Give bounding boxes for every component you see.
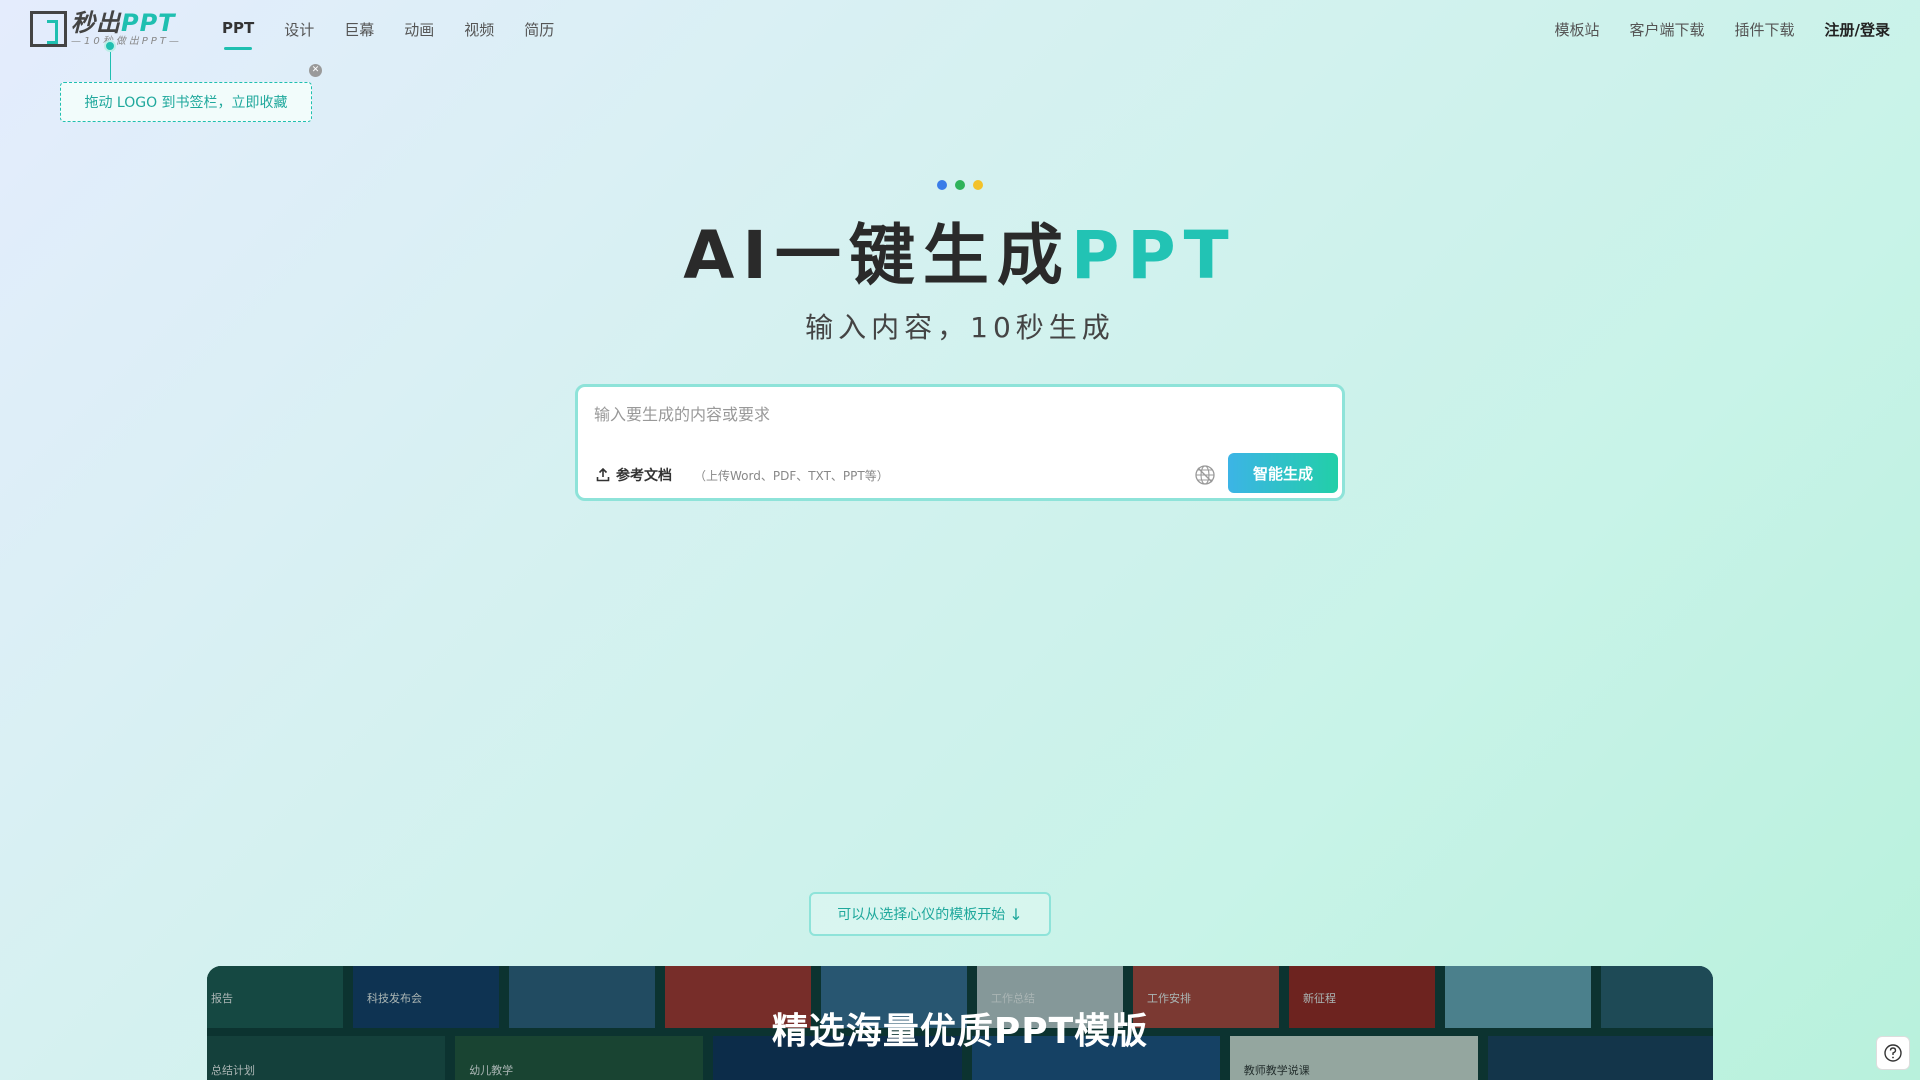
upload-hint: （上传Word、PDF、TXT、PPT等）	[694, 469, 889, 483]
generate-button[interactable]: 智能生成	[1228, 453, 1338, 493]
template-start-button[interactable]: 可以从选择心仪的模板开始 ↓	[809, 892, 1051, 936]
banner-title: 精选海量优质PPT模版	[771, 1011, 1149, 1052]
dot-yellow	[973, 180, 983, 190]
help-button[interactable]	[1876, 1036, 1910, 1070]
right-nav: 模板站 客户端下载 插件下载 注册/登录	[1524, 19, 1890, 40]
nav-item-ppt[interactable]: PPT	[222, 19, 254, 50]
plugin-download-link[interactable]: 插件下载	[1735, 19, 1795, 40]
main-nav: PPT 设计 巨幕 动画 视频 简历	[222, 19, 584, 50]
close-icon[interactable]: ✕	[309, 64, 322, 77]
logo-drag-handle[interactable]	[104, 40, 116, 52]
upload-label: 参考文档	[616, 468, 672, 484]
logo-subtitle: —10秒做出PPT—	[71, 36, 182, 47]
dot-green	[955, 180, 965, 190]
upload-icon	[596, 468, 610, 482]
question-circle-icon	[1884, 1044, 1902, 1062]
prompt-box: 参考文档 （上传Word、PDF、TXT、PPT等） 智能生成	[575, 384, 1345, 501]
nav-item-screen[interactable]: 巨幕	[344, 19, 374, 40]
logo-title: 秒出PPT	[71, 9, 176, 37]
template-banner[interactable]: 报告 科技发布会 工作总结 工作安排 新征程 总结计划 幼儿教学 教师教学说课 精选海量优质P…	[207, 966, 1713, 1080]
logo-mark-icon	[30, 11, 67, 47]
globe-icon[interactable]	[1194, 464, 1216, 486]
login-button[interactable]: 注册/登录	[1825, 19, 1890, 40]
decorative-dots	[937, 180, 983, 190]
bookmark-tooltip-text: 拖动 LOGO 到书签栏，立即收藏	[84, 95, 288, 111]
bookmark-tooltip: 拖动 LOGO 到书签栏，立即收藏	[60, 82, 312, 122]
upload-reference-button[interactable]: 参考文档	[596, 465, 672, 485]
hero-title: AI一键生成PPT	[683, 217, 1237, 294]
hero-subtitle: 输入内容，10秒生成	[805, 311, 1115, 344]
templates-link[interactable]: 模板站	[1554, 19, 1599, 40]
arrow-down-icon: ↓	[1009, 904, 1023, 924]
client-download-link[interactable]: 客户端下载	[1629, 19, 1704, 40]
tooltip-connector	[110, 52, 111, 80]
nav-item-resume[interactable]: 简历	[524, 19, 554, 40]
template-start-label: 可以从选择心仪的模板开始	[837, 907, 1006, 923]
top-header: 秒出PPT —10秒做出PPT— PPT 设计 巨幕 动画 视频 简历 模板站 …	[0, 0, 1920, 80]
nav-item-animation[interactable]: 动画	[404, 19, 434, 40]
nav-item-design[interactable]: 设计	[284, 19, 314, 40]
prompt-input[interactable]	[594, 401, 1324, 427]
nav-item-video[interactable]: 视频	[464, 19, 494, 40]
dot-blue	[937, 180, 947, 190]
